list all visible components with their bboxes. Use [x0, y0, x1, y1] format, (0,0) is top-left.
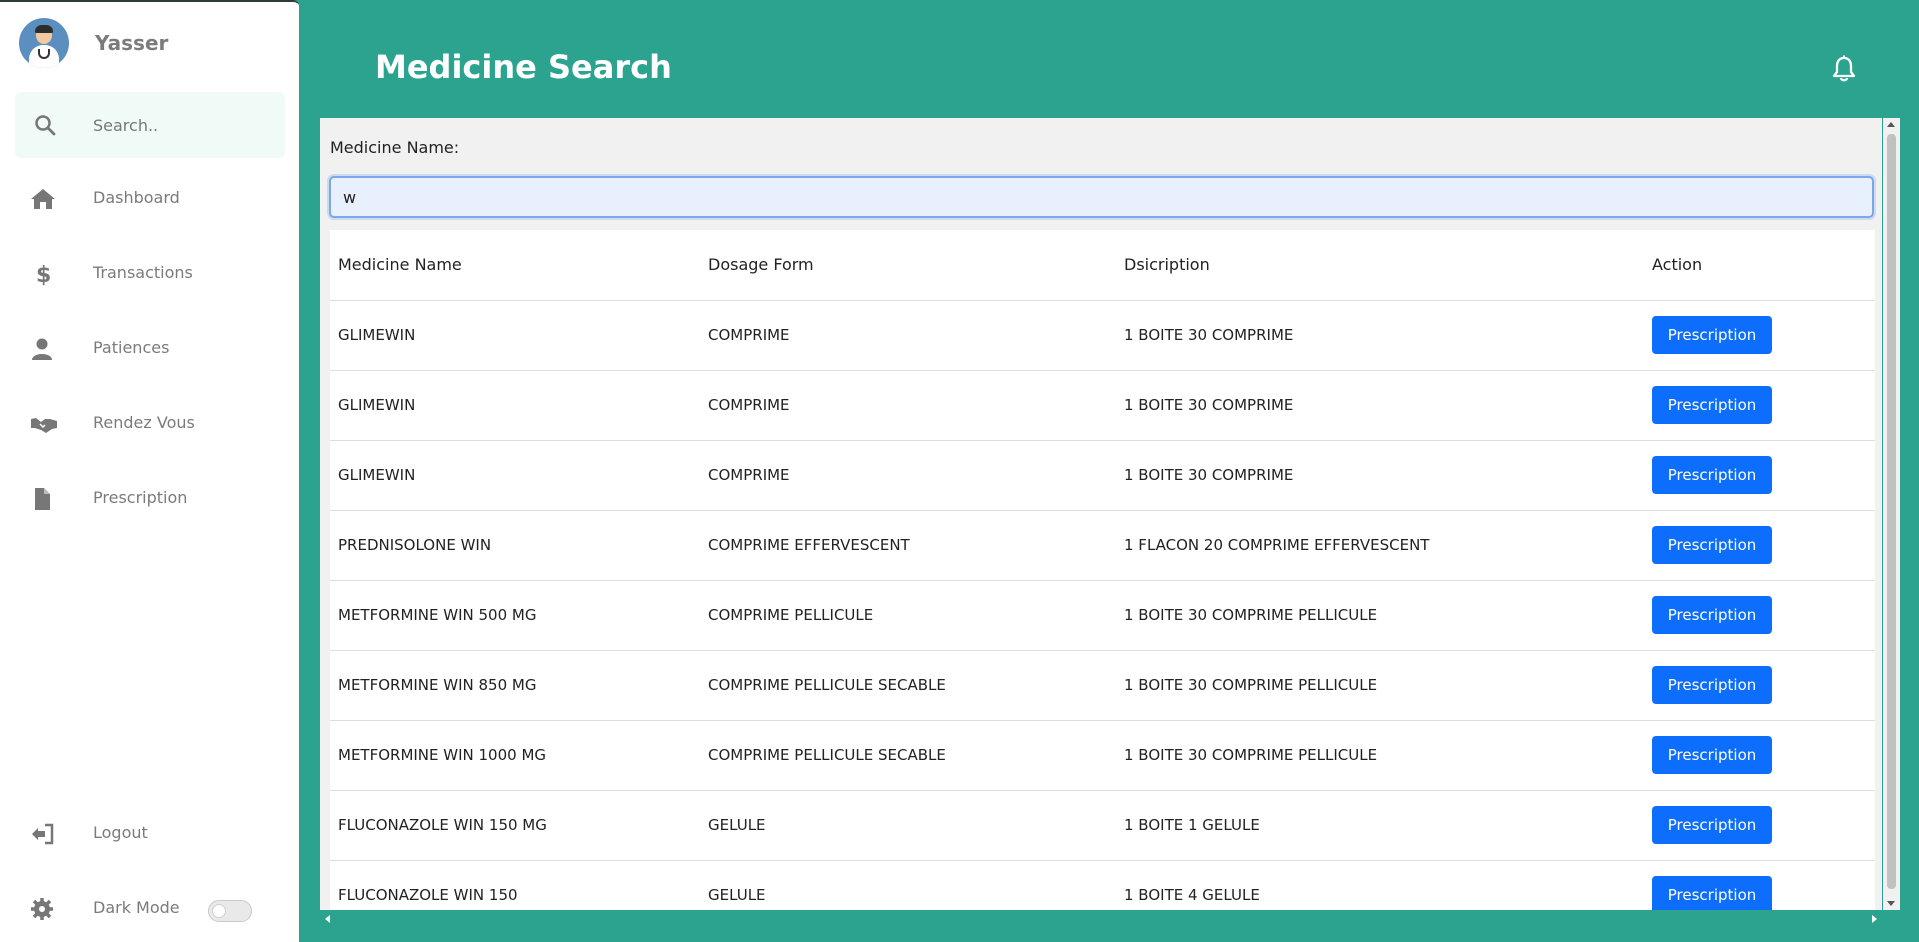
table-row: METFORMINE WIN 500 MG COMPRIME PELLICULE 1… — [330, 580, 1875, 651]
scroll-left-arrow[interactable] — [325, 915, 330, 923]
action-cell: Prescription — [1644, 300, 1875, 371]
prescription-button[interactable]: Prescription — [1652, 316, 1772, 354]
prescription-button[interactable]: Prescription — [1652, 806, 1772, 844]
table-row: GLIMEWIN COMPRIME 1 BOITE 30 COMPRIME Presc… — [330, 370, 1875, 441]
medicine-name-cell: FLUCONAZOLE WIN 150 — [330, 860, 700, 910]
prescription-button[interactable]: Prescription — [1652, 386, 1772, 424]
column-header: Dosage Form — [700, 230, 1116, 301]
table-row: GLIMEWIN COMPRIME 1 BOITE 30 COMPRIME Presc… — [330, 440, 1875, 511]
action-cell: Prescription — [1644, 370, 1875, 441]
table-row: METFORMINE WIN 1000 MG COMPRIME PELLICULE… — [330, 720, 1875, 791]
prescription-button[interactable]: Prescription — [1652, 456, 1772, 494]
search-icon — [34, 114, 56, 140]
sidebar-item-transactions[interactable]: $ Transactions — [15, 249, 285, 299]
svg-text:$: $ — [36, 263, 51, 286]
table-row: METFORMINE WIN 850 MG COMPRIME PELLICULE … — [330, 650, 1875, 721]
gear-icon — [30, 897, 54, 921]
page-title: Medicine Search — [375, 48, 672, 86]
sidebar-item-patiences[interactable]: Patiences — [15, 324, 285, 374]
table-row: GLIMEWIN COMPRIME 1 BOITE 30 COMPRIME Presc… — [330, 300, 1875, 371]
column-header: Dsicription — [1116, 230, 1644, 301]
description-cell: 1 BOITE 30 COMPRIME PELLICULE — [1116, 650, 1644, 721]
dosage-form-cell: GELULE — [700, 790, 1116, 861]
description-cell: 1 BOITE 30 COMPRIME — [1116, 370, 1644, 441]
description-cell: 1 BOITE 30 COMPRIME PELLICULE — [1116, 580, 1644, 651]
prescription-button[interactable]: Prescription — [1652, 876, 1772, 910]
medicine-name-cell: PREDNISOLONE WIN — [330, 510, 700, 581]
dollar-icon: $ — [30, 262, 54, 288]
logout-label: Logout — [93, 823, 148, 842]
home-icon — [30, 187, 55, 211]
main-panel: Medicine Name: Medicine Name Dosage Form… — [320, 118, 1882, 910]
action-cell: Prescription — [1644, 580, 1875, 651]
action-cell: Prescription — [1644, 720, 1875, 791]
dark-mode-label: Dark Mode — [93, 898, 180, 917]
sidebar-item-label: Prescription — [93, 488, 188, 507]
prescription-button[interactable]: Prescription — [1652, 736, 1772, 774]
medicine-name-cell: METFORMINE WIN 500 MG — [330, 580, 700, 651]
sidebar-search[interactable] — [15, 92, 285, 158]
table-row: FLUCONAZOLE WIN 150 GELULE 1 BOITE 4 GELUL… — [330, 860, 1875, 910]
avatar[interactable] — [19, 18, 69, 68]
description-cell: 1 BOITE 30 COMPRIME — [1116, 440, 1644, 511]
table-row: FLUCONAZOLE WIN 150 MG GELULE 1 BOITE 1 GE… — [330, 790, 1875, 861]
description-cell: 1 BOITE 4 GELULE — [1116, 860, 1644, 910]
dosage-form-cell: COMPRIME — [700, 300, 1116, 371]
logout-button[interactable]: Logout — [15, 809, 285, 859]
medicine-name-cell: METFORMINE WIN 850 MG — [330, 650, 700, 721]
user-icon — [30, 337, 54, 361]
dosage-form-cell: COMPRIME PELLICULE SECABLE — [700, 720, 1116, 791]
sidebar-item-label: Rendez Vous — [93, 413, 195, 432]
dosage-form-cell: COMPRIME — [700, 440, 1116, 511]
scroll-right-arrow[interactable] — [1872, 915, 1877, 923]
description-cell: 1 BOITE 1 GELULE — [1116, 790, 1644, 861]
sidebar-item-dashboard[interactable]: Dashboard — [15, 174, 285, 224]
file-icon — [30, 487, 54, 511]
action-cell: Prescription — [1644, 860, 1875, 910]
vertical-scrollbar[interactable] — [1883, 118, 1900, 910]
prescription-button[interactable]: Prescription — [1652, 596, 1772, 634]
medicine-name-cell: GLIMEWIN — [330, 440, 700, 511]
medicine-name-cell: FLUCONAZOLE WIN 150 MG — [330, 790, 700, 861]
prescription-button[interactable]: Prescription — [1652, 666, 1772, 704]
logout-icon — [30, 822, 54, 846]
sidebar: Yasser Dashboard $ Transactions Patience… — [0, 0, 299, 942]
sidebar-item-label: Dashboard — [93, 188, 180, 207]
sidebar-item-label: Patiences — [93, 338, 170, 357]
user-name: Yasser — [95, 31, 169, 55]
table-header-row: Medicine Name Dosage Form Dsicription Ac… — [330, 230, 1875, 301]
medicine-name-cell: GLIMEWIN — [330, 370, 700, 441]
action-cell: Prescription — [1644, 510, 1875, 581]
description-cell: 1 BOITE 30 COMPRIME — [1116, 300, 1644, 371]
bell-icon[interactable] — [1831, 55, 1857, 87]
medicine-name-input[interactable] — [329, 176, 1874, 218]
medicine-name-label: Medicine Name: — [330, 138, 460, 157]
column-header: Action — [1644, 230, 1875, 301]
column-header: Medicine Name — [330, 230, 700, 301]
description-cell: 1 BOITE 30 COMPRIME PELLICULE — [1116, 720, 1644, 791]
results-table: Medicine Name Dosage Form Dsicription Ac… — [330, 230, 1875, 910]
search-input[interactable] — [93, 112, 273, 138]
sidebar-item-rendez-vous[interactable]: Rendez Vous — [15, 399, 285, 449]
prescription-button[interactable]: Prescription — [1652, 526, 1772, 564]
sidebar-item-prescription[interactable]: Prescription — [15, 474, 285, 524]
profile: Yasser — [19, 18, 168, 68]
dosage-form-cell: COMPRIME EFFERVESCENT — [700, 510, 1116, 581]
medicine-name-cell: METFORMINE WIN 1000 MG — [330, 720, 700, 791]
table-row: PREDNISOLONE WIN COMPRIME EFFERVESCENT 1 F… — [330, 510, 1875, 581]
description-cell: 1 FLACON 20 COMPRIME EFFERVESCENT — [1116, 510, 1644, 581]
dosage-form-cell: COMPRIME PELLICULE SECABLE — [700, 650, 1116, 721]
dosage-form-cell: GELULE — [700, 860, 1116, 910]
handshake-icon — [30, 412, 57, 436]
action-cell: Prescription — [1644, 650, 1875, 721]
dark-mode-toggle[interactable] — [208, 900, 252, 922]
dosage-form-cell: COMPRIME — [700, 370, 1116, 441]
medicine-name-cell: GLIMEWIN — [330, 300, 700, 371]
sidebar-item-label: Transactions — [93, 263, 193, 282]
action-cell: Prescription — [1644, 440, 1875, 511]
action-cell: Prescription — [1644, 790, 1875, 861]
dosage-form-cell: COMPRIME PELLICULE — [700, 580, 1116, 651]
